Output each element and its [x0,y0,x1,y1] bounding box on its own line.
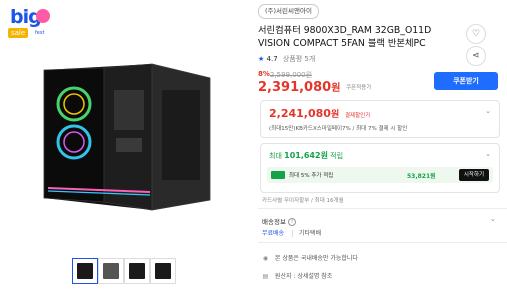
origin-row: ▤ 원산지 : 상세설명 참조 [262,271,333,280]
doc-icon: ▤ [262,273,269,280]
benefit-price-detail: (최대15만)KB카드X스마일페이7% / 최대 7% 결제 시 할인 [269,126,408,132]
chevron-down-icon[interactable]: ⌄ [485,107,491,115]
domestic-shipping-text: 본 상품은 국내배송만 가능합니다 [274,255,358,262]
product-info: (주)서린씨앤아이 서린컴퓨터 9800X3D_RAM 32GB_O11D VI… [258,0,507,300]
shipping-header: 배송정보 ? [262,216,296,226]
points-prefix: 최대 [269,152,282,160]
product-title: 서린컴퓨터 9800X3D_RAM 32GB_O11D VISION COMPA… [258,25,432,49]
shipping-label: 배송정보 [262,218,286,226]
divider [258,208,507,209]
start-button[interactable]: 시작하기 [459,169,489,181]
points-amount: 101,642원 [284,151,328,160]
sale-price: 2,391,080원 [258,79,340,95]
extra-points-text: 최대 5% 추가 적립 [289,173,334,179]
star-icon: ★ [258,55,265,63]
thumbnail-4[interactable] [150,258,176,284]
review-count-link[interactable]: 상품평 5개 [283,55,315,63]
benefit-price-unit: 원 [330,110,340,120]
points-suffix: 적립 [330,152,344,160]
chevron-down-icon[interactable]: ⌄ [485,150,491,158]
share-icon[interactable]: ⋖ [466,46,486,66]
smile-club-badge-icon [271,171,285,179]
card-installment-info: 카드사별 무이자할부 / 최대 16개월 [262,198,344,204]
carrier-text: 기타택배 [292,230,322,237]
sale-price-unit: 원 [331,83,341,94]
rating: ★ 4.7 상품평 5개 [258,54,315,64]
badge-tiny-text: fest [35,30,45,36]
points-summary: 최대 101,642원 적립 [269,150,343,161]
globe-icon: ◉ [262,255,269,262]
product-image[interactable] [34,60,212,212]
free-shipping-text: 무료배송 [262,230,285,237]
origin-text: 원산지 : 상세설명 참조 [274,273,333,280]
badge-stamp-icon [36,9,50,23]
coupon-button[interactable]: 쿠폰받기 [434,72,498,90]
benefit-price: 2,241,080원 [269,107,339,120]
rating-value: 4.7 [266,55,278,63]
thumbnail-3[interactable] [124,258,150,284]
heart-icon[interactable]: ♡ [466,24,486,44]
thumbnail-strip [72,258,176,284]
coupon-price-tag: 쿠폰적용가 [346,85,372,91]
extra-points-amount: 53,821원 [407,173,436,180]
badge-sale-text: sale [8,28,29,38]
divider [258,242,507,243]
product-gallery: big sale fest [0,0,250,300]
thumbnail-1[interactable] [72,258,98,284]
extra-points-row: 최대 5% 추가 적립 53,821원 시작하기 [267,167,493,183]
discount-rate: 8% [258,70,270,78]
benefit-price-box[interactable]: 2,241,080원 결제할인가 (최대15만)KB카드X스마일페이7% / 최… [260,100,500,138]
big-sale-badge: big sale fest [4,6,56,44]
benefit-price-value: 2,241,080 [269,107,331,120]
store-name-link[interactable]: (주)서린씨앤아이 [258,4,319,19]
thumbnail-2[interactable] [98,258,124,284]
domestic-shipping-row: ◉ 본 상품은 국내배송만 가능합니다 [262,253,358,262]
chevron-down-icon[interactable]: ⌄ [490,215,496,223]
shipping-tags: 무료배송 기타택배 [262,228,322,237]
help-icon[interactable]: ? [288,218,296,226]
sale-price-value: 2,391,080 [258,80,332,95]
benefit-price-label: 결제할인가 [345,113,371,119]
points-box: 최대 101,642원 적립 ⌄ 최대 5% 추가 적립 53,821원 시작하… [260,143,500,193]
